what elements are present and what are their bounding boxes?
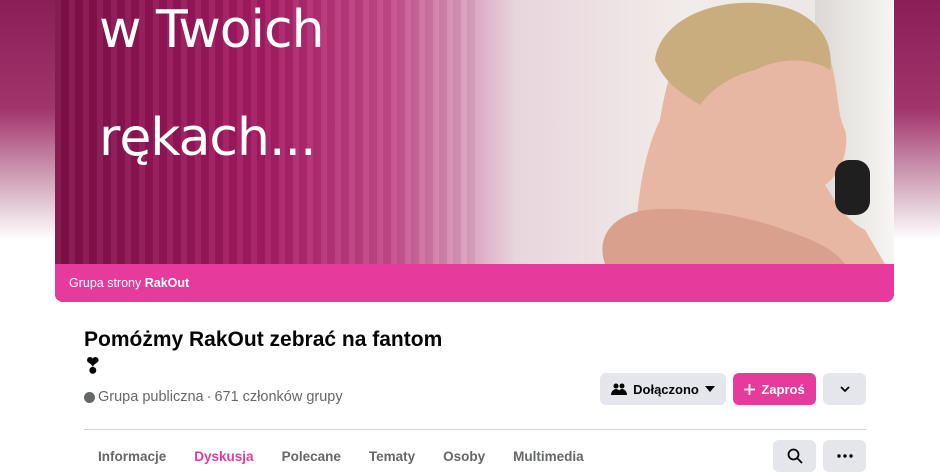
- globe-icon: [84, 391, 95, 403]
- bar-prefix: Grupa strony: [69, 276, 142, 290]
- woman-photo: [602, 2, 885, 264]
- invite-button[interactable]: Zaproś: [733, 373, 816, 405]
- joined-button[interactable]: Dołączono: [600, 373, 726, 405]
- joined-label: Dołączono: [633, 381, 699, 397]
- caret-down-icon: [704, 386, 715, 392]
- tab-polecane[interactable]: Polecane: [268, 440, 355, 473]
- search-button[interactable]: [773, 440, 816, 472]
- more-tab-button[interactable]: [823, 440, 866, 472]
- invite-label: Zaproś: [761, 381, 805, 397]
- cover-photo[interactable]: w Twoich rękach... Grupa strony RakOut: [55, 0, 894, 302]
- meta-separator: ·: [206, 389, 212, 405]
- chevron-down-icon: [839, 386, 850, 392]
- ellipsis-icon: [836, 454, 853, 458]
- search-icon: [787, 448, 803, 464]
- page-link[interactable]: RakOut: [145, 276, 189, 290]
- people-icon: [611, 383, 628, 395]
- section-divider: [84, 429, 866, 430]
- tab-tematy[interactable]: Tematy: [355, 440, 429, 473]
- privacy-label: Grupa publiczna: [98, 389, 204, 405]
- tab-multimedia[interactable]: Multimedia: [499, 440, 598, 473]
- group-meta: Grupa publiczna · 671 członków grupy: [84, 389, 343, 405]
- tab-informacje[interactable]: Informacje: [84, 440, 180, 473]
- more-options-button[interactable]: [823, 373, 866, 405]
- group-title: Pomóżmy RakOut zebrać na fantom ❣: [84, 328, 443, 378]
- group-tabs: Informacje Dyskusja Polecane Tematy Osob…: [84, 440, 598, 473]
- member-count[interactable]: 671 członków grupy: [214, 389, 342, 405]
- tab-dyskusja[interactable]: Dyskusja: [180, 440, 267, 473]
- cover-headline-line1: w Twoich: [99, 0, 325, 60]
- tab-osoby[interactable]: Osoby: [429, 440, 499, 473]
- plus-icon: [744, 383, 756, 395]
- cover-headline-line2: rękach...: [99, 108, 317, 168]
- page-group-bar: Grupa strony RakOut: [55, 264, 894, 302]
